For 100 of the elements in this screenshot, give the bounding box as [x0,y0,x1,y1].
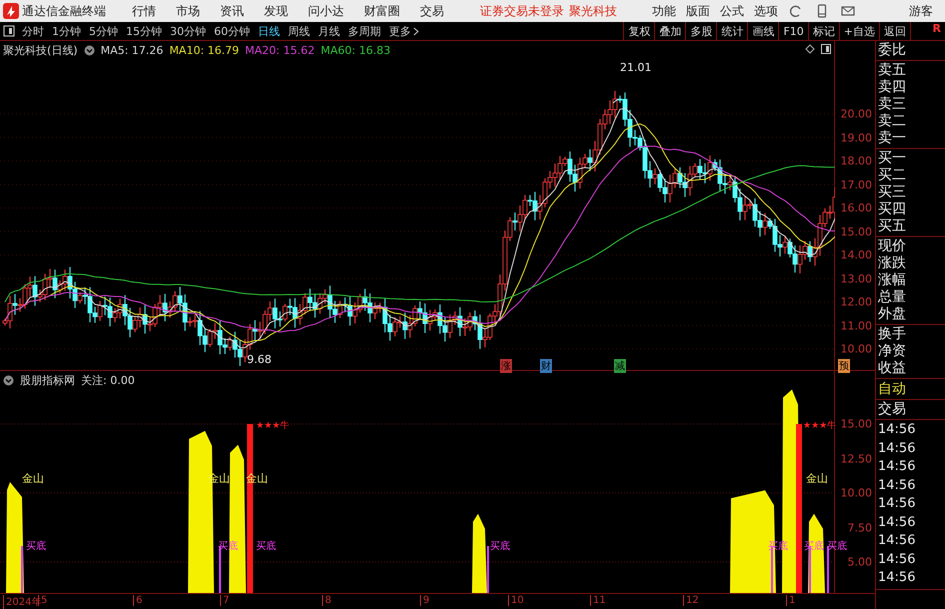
chart-title: 聚光科技(日线) [3,43,78,58]
indicator-bar [809,546,811,594]
period-tab[interactable]: 30分钟 [166,24,210,38]
menu-item[interactable]: 发现 [254,2,298,20]
diamond-icon[interactable] [805,44,816,54]
ma-value-label: MA5: 17.26 [100,44,164,57]
menu-item[interactable]: 交易 [410,2,454,20]
period-tab[interactable]: 分时 [18,24,48,38]
toolbar-button[interactable]: 返回 [879,22,910,40]
quote-label: 卖四 [878,79,907,96]
quote-label: 外盘 [878,306,907,323]
menu-item[interactable]: 问小达 [298,2,354,20]
date-axis-label: 12 [683,595,699,606]
signal-label: 买底 [256,540,276,554]
quote-label: 买五 [878,218,907,235]
price-axis-label: 16.00 [840,202,872,214]
period-tab[interactable]: 周线 [284,24,314,38]
menu-item[interactable]: 市场 [166,2,210,20]
period-tab[interactable]: 15分钟 [122,24,166,38]
toolbar-button[interactable]: F10 [778,22,808,40]
signal-label: 买底 [827,540,847,554]
toolbar-button[interactable]: 画线 [747,22,778,40]
signal-label: 金山 [806,471,828,486]
stock-name-link[interactable]: 聚光科技 [569,2,617,20]
event-marker[interactable]: 预 [838,359,850,373]
panel-toggle-icon[interactable] [3,25,15,37]
signal-label: ★★★牛 [256,420,290,432]
trade-time: 14:56 [878,495,916,513]
menu-item[interactable]: 功能 [647,2,681,20]
toolbar-button[interactable]: +自选 [838,22,879,40]
trades-title: 交易 [878,401,907,418]
menu-item[interactable]: 资讯 [210,2,254,20]
quote-label: 卖五 [878,62,907,79]
refresh-icon[interactable] [789,4,803,18]
date-axis-label: 7 [220,595,230,606]
signal-label: ★★★牛 [803,420,836,432]
quote-label: 换手 [878,326,907,343]
quote-label: 涨幅 [878,272,907,289]
date-axis-label: 8 [322,595,332,606]
flag-label: R [910,22,945,40]
period-tab[interactable]: 1分钟 [48,24,85,38]
more-tab[interactable]: 更多 [385,24,423,38]
period-tab[interactable]: 日线 [254,24,284,38]
price-axis-label: 18.00 [840,154,872,168]
dropdown-icon[interactable] [84,45,95,56]
signal-label: 金山 [22,471,44,486]
chevron-right-icon[interactable] [413,26,419,36]
toolbar-button[interactable]: 叠加 [654,22,686,40]
user-label[interactable]: 游客 [909,2,933,20]
panel-toggle-icon[interactable] [821,44,832,54]
leader-line [612,98,618,104]
toolbar-button[interactable]: 统计 [716,22,748,40]
high-price-label: 21.01 [620,61,652,74]
period-tab[interactable]: 60分钟 [210,24,254,38]
toolbar-button[interactable]: 标记 [808,22,839,40]
mode-label[interactable]: 自动 [878,380,945,398]
menu-item[interactable]: 版面 [681,2,715,20]
toolbar-button[interactable]: 多股 [685,22,716,40]
quote-label: 涨跌 [878,255,907,272]
date-axis-label: 9 [420,595,430,606]
trade-time: 14:56 [878,514,916,532]
date-axis-label: 11 [590,595,606,606]
trade-time: 14:56 [878,440,916,458]
indicator-bar [827,546,829,594]
value-axis-label: 12.50 [840,452,872,466]
trade-time: 14:56 [878,458,916,476]
mail-icon[interactable] [841,4,855,18]
quote-label: 收益 [878,360,907,377]
signal-label: 买底 [490,540,510,554]
app-title: 通达信金融终端 [22,2,106,20]
period-tab[interactable]: 5分钟 [85,24,122,38]
menu-item[interactable]: 选项 [749,2,783,20]
indicator-title: 股朋指标网 [20,373,75,388]
price-axis-label: 12.00 [840,296,872,308]
signal-label: 买底 [804,540,824,554]
indicator-bar [21,546,23,594]
event-marker[interactable]: 减 [614,359,626,373]
event-marker[interactable]: 涨 [500,359,512,373]
dropdown-icon[interactable] [3,375,14,386]
low-price-label: 9.68 [247,353,272,366]
period-tab[interactable]: 月线 [314,24,344,38]
quote-label: 买四 [878,201,907,218]
period-tab[interactable]: 多周期 [344,24,385,38]
menu-item[interactable]: 行情 [122,2,166,20]
quote-label: 买一 [878,150,907,167]
ma-value-label: MA60: 16.83 [320,44,390,57]
quote-label: 卖三 [878,96,907,113]
menu-item[interactable]: 财富圈 [354,2,410,20]
menu-item[interactable]: 公式 [715,2,749,20]
toolbar-button[interactable]: 复权 [623,22,654,40]
app-logo-icon [3,3,19,19]
trade-time: 14:56 [878,569,916,587]
price-axis-label: 13.00 [840,272,872,285]
signal-label: 买底 [26,540,46,554]
indicator-value: 关注: 0.00 [81,373,135,388]
indicator-bar [219,546,221,594]
price-axis-label: 15.00 [840,225,872,238]
event-marker[interactable]: 财 [540,359,552,373]
phone-icon[interactable] [815,4,829,18]
login-status-link[interactable]: 证券交易未登录 [480,2,564,20]
